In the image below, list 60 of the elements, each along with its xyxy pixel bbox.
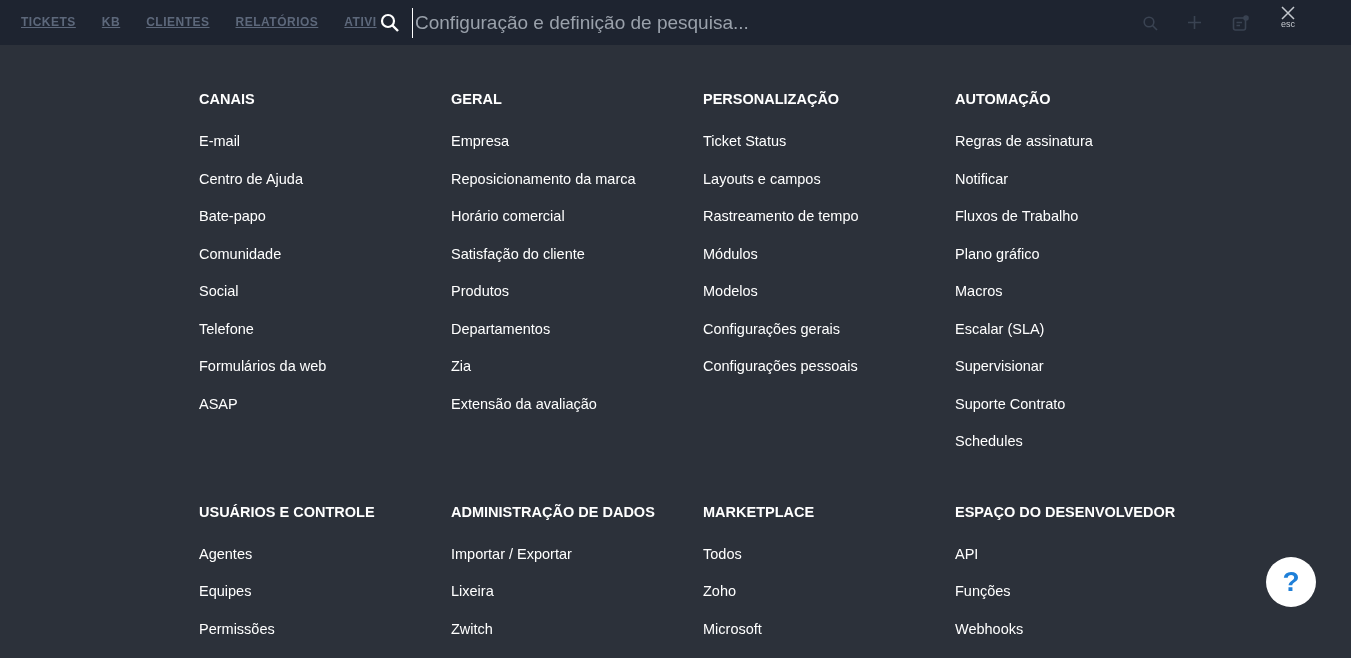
settings-link[interactable]: Zia	[451, 355, 472, 377]
settings-link[interactable]: Telefone	[199, 317, 254, 340]
settings-link[interactable]: Importar / Exportar	[451, 542, 572, 565]
help-button[interactable]: ?	[1266, 557, 1316, 607]
settings-link[interactable]: Comunidade	[199, 242, 282, 265]
settings-link[interactable]: Suporte Contrato	[955, 392, 1066, 415]
section-heading: CANAIS	[199, 90, 256, 109]
settings-link[interactable]: Empresa	[451, 130, 510, 152]
settings-link[interactable]: Bate-papo	[199, 205, 266, 227]
settings-link[interactable]: Supervisionar	[955, 355, 1044, 377]
settings-link[interactable]: Configurações gerais	[703, 317, 841, 340]
settings-link[interactable]: ASAP	[199, 392, 238, 415]
settings-link[interactable]: Agentes	[199, 542, 253, 565]
section-heading: AUTOMAÇÃO	[955, 90, 1052, 109]
settings-link[interactable]: Ticket Status	[703, 130, 787, 152]
section-heading: ADMINISTRAÇÃO DE DADOS	[451, 502, 656, 522]
search-icon[interactable]	[1143, 16, 1158, 31]
settings-link[interactable]: Fluxos de Trabalho	[955, 205, 1079, 227]
settings-link[interactable]: Satisfação do cliente	[451, 242, 585, 265]
plus-icon[interactable]	[1187, 15, 1202, 30]
section-heading: PERSONALIZAÇÃO	[703, 90, 841, 109]
settings-link[interactable]: Equipes	[199, 580, 252, 602]
settings-link[interactable]: Centro de Ajuda	[199, 167, 303, 190]
settings-link[interactable]: Escalar (SLA)	[955, 317, 1045, 340]
settings-link[interactable]: Webhooks	[955, 617, 1024, 640]
settings-link[interactable]: Plano gráfico	[955, 242, 1040, 265]
settings-link[interactable]: Regras de assinatura	[955, 130, 1093, 152]
settings-link[interactable]: Macros	[955, 280, 1003, 302]
settings-link[interactable]: API	[955, 542, 979, 565]
settings-link[interactable]: Produtos	[451, 280, 510, 302]
close-button[interactable]: esc	[1281, 6, 1295, 29]
settings-link[interactable]: Zoho	[703, 580, 737, 602]
settings-link[interactable]: Rastreamento de tempo	[703, 205, 859, 227]
settings-link[interactable]: Configurações pessoais	[703, 355, 858, 377]
settings-link[interactable]: Funções	[955, 580, 1011, 602]
section-heading: GERAL	[451, 90, 503, 109]
esc-label: esc	[1281, 20, 1295, 29]
settings-link[interactable]: Reposicionamento da marca	[451, 167, 636, 190]
section-heading: ESPAÇO DO DESENVOLVEDOR	[955, 502, 1177, 522]
settings-link[interactable]: E-mail	[199, 130, 241, 152]
settings-link[interactable]: Módulos	[703, 242, 758, 265]
close-icon	[1281, 6, 1295, 20]
settings-link[interactable]: Notificar	[955, 167, 1009, 190]
search-icon	[380, 12, 400, 33]
settings-link[interactable]: Permissões	[199, 617, 275, 640]
settings-link[interactable]: Extensão da avaliação	[451, 392, 597, 415]
section-heading: USUÁRIOS E CONTROLE	[199, 502, 376, 522]
settings-link[interactable]: Todos	[703, 542, 742, 565]
settings-link[interactable]: Horário comercial	[451, 205, 565, 227]
settings-link[interactable]: Social	[199, 280, 239, 302]
settings-link[interactable]: Lixeira	[451, 580, 494, 602]
settings-link[interactable]: Layouts e campos	[703, 167, 821, 190]
section-heading: MARKETPLACE	[703, 502, 816, 522]
settings-link[interactable]: Schedules	[955, 430, 1023, 452]
settings-link[interactable]: Zwitch	[451, 617, 493, 640]
settings-link[interactable]: Microsoft	[703, 617, 762, 640]
settings-link[interactable]: Departamentos	[451, 317, 551, 340]
settings-link[interactable]: Modelos	[703, 280, 758, 302]
settings-link[interactable]: Formulários da web	[199, 355, 327, 377]
compose-icon[interactable]	[1232, 15, 1249, 32]
